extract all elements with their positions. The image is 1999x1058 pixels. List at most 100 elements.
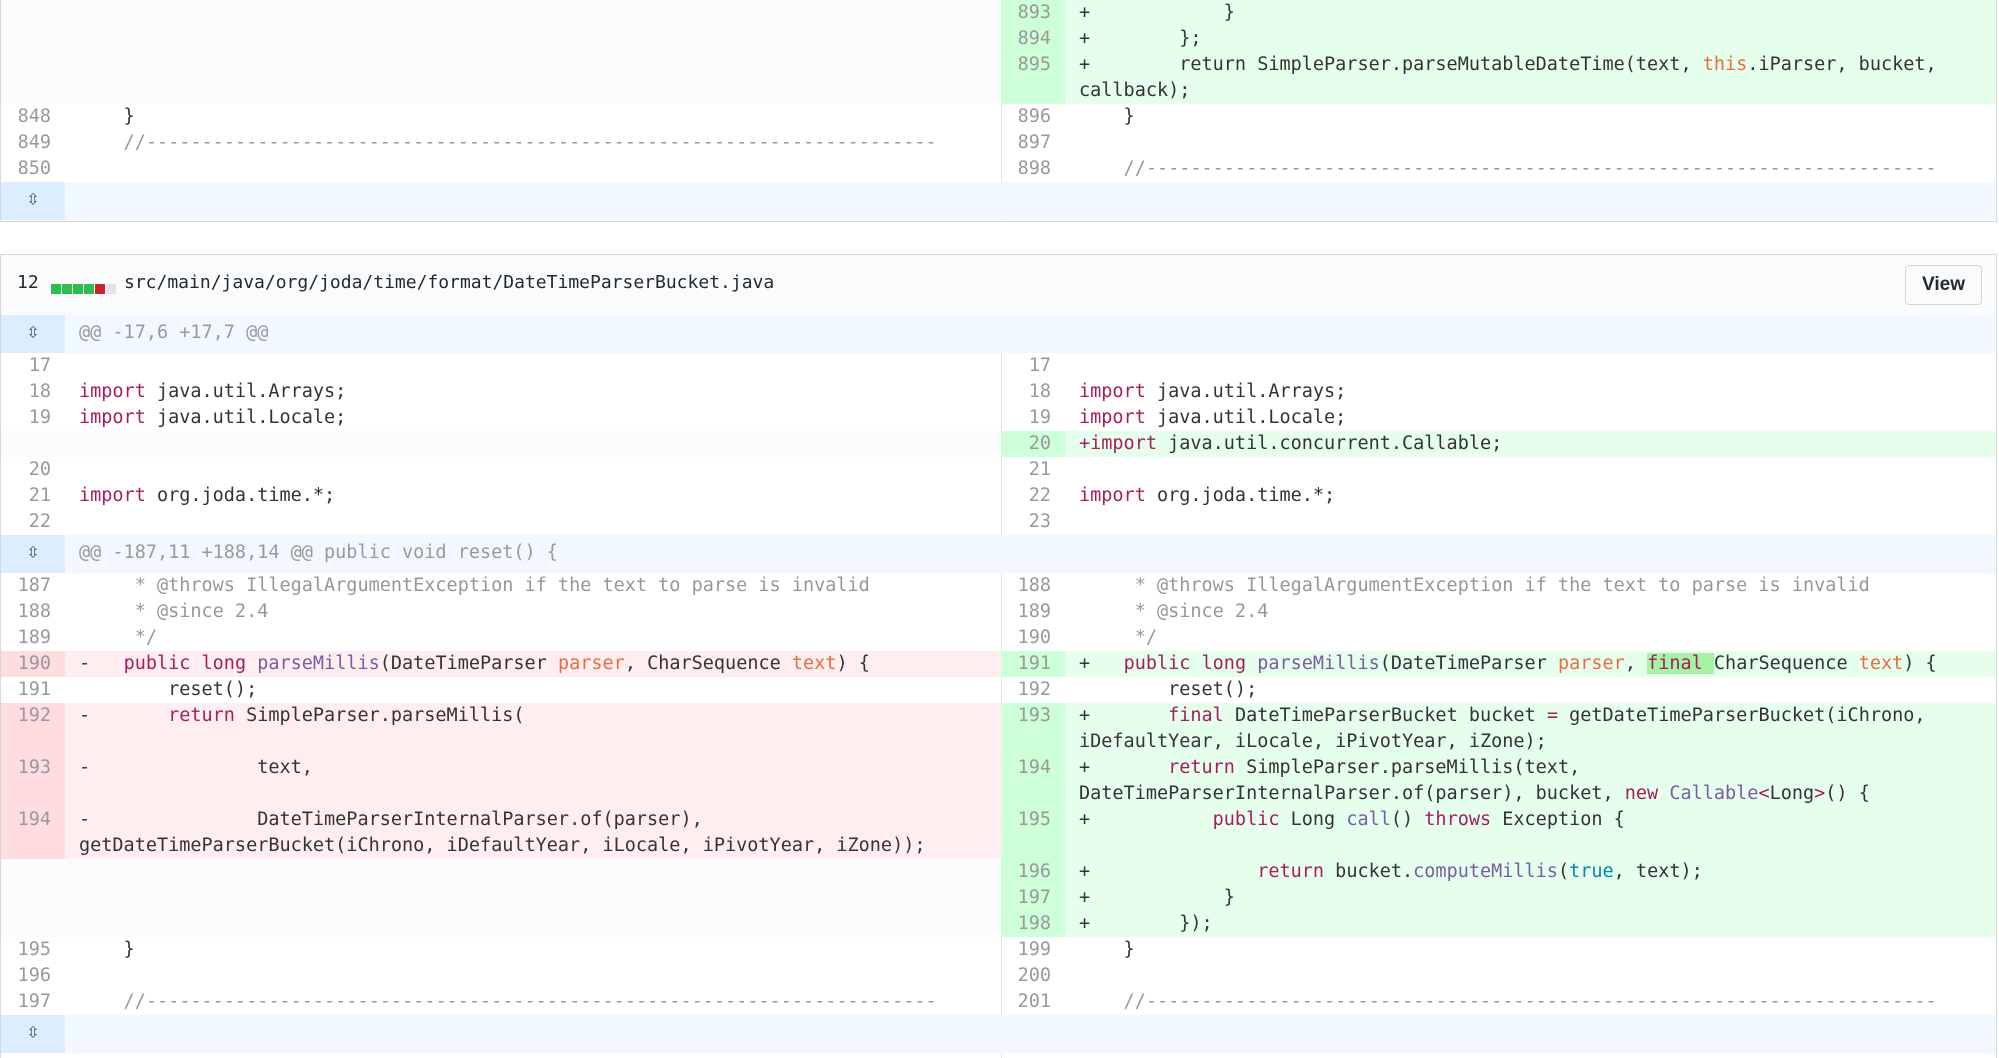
line-number[interactable]: 849: [1, 130, 51, 156]
line-number[interactable]: 201: [1001, 989, 1051, 1015]
line-numbers-right[interactable]: 191: [1001, 651, 1065, 677]
line-number[interactable]: 192: [1001, 677, 1051, 703]
line-number[interactable]: 189: [1, 625, 51, 651]
line-number[interactable]: 18: [1001, 379, 1051, 405]
unfold-icon[interactable]: ⇳: [1, 186, 65, 211]
line-number[interactable]: 195: [1, 937, 51, 963]
line-numbers-left[interactable]: 194: [1, 807, 65, 859]
line-number[interactable]: 17: [1001, 353, 1051, 379]
comment-line: * @since 2.4: [79, 601, 269, 622]
code-right: reset();: [1079, 679, 1258, 700]
line-numbers-left[interactable]: 195 196 197: [1, 937, 65, 1015]
line-number[interactable]: 198: [1001, 911, 1051, 937]
unfold-icon[interactable]: ⇳: [1, 319, 65, 344]
line-numbers-left[interactable]: 20 21 22: [1, 457, 65, 535]
line-numbers-left[interactable]: 190: [1, 651, 65, 677]
line-number[interactable]: 195: [1001, 807, 1051, 833]
line-numbers-right[interactable]: 896 897 898: [1001, 104, 1065, 182]
line-number[interactable]: 848: [1, 104, 51, 130]
line-number[interactable]: 850: [1, 156, 51, 182]
line-number[interactable]: 197: [1001, 885, 1051, 911]
code-line: import java.util.Arrays;: [1079, 379, 1996, 405]
code-line: }: [79, 106, 135, 127]
line-number[interactable]: 21: [1, 483, 51, 509]
code-line: ​: [1079, 353, 1996, 379]
line-numbers-right[interactable]: 196 197 198: [1001, 859, 1065, 937]
line-number[interactable]: 196: [1, 963, 51, 989]
line-number[interactable]: 193: [1, 755, 51, 781]
context-rows-block: 195 196 197 }​ //-----------------------…: [1, 937, 1996, 1015]
line-number[interactable]: 200: [1001, 963, 1051, 989]
line-number[interactable]: 22: [1, 509, 51, 535]
code-text: + return SimpleParser.parseMutableDateTi…: [1079, 54, 1703, 75]
line-number[interactable]: 192: [1, 703, 51, 729]
comment-line: * @since 2.4: [1079, 601, 1269, 622]
line-number[interactable]: 19: [1001, 405, 1051, 431]
line-number[interactable]: 187: [1, 573, 51, 599]
code-line: ​: [1079, 509, 1996, 535]
line-numbers-left[interactable]: 187 188 189: [1, 573, 65, 651]
line-number[interactable]: 199: [1001, 937, 1051, 963]
line-number[interactable]: 194: [1, 807, 51, 833]
view-file-button[interactable]: View: [1905, 265, 1982, 305]
line-number[interactable]: 190: [1001, 625, 1051, 651]
file-path[interactable]: src/main/java/org/joda/time/format/DateT…: [124, 272, 774, 293]
added-rows-block: 196 197 198 + return bucket.computeMilli…: [1, 859, 1996, 937]
code-line: ​: [1079, 130, 1996, 156]
changed-row: 190 - public long parseMillis(DateTimePa…: [1, 651, 1996, 677]
line-number[interactable]: 898: [1001, 156, 1051, 182]
line-numbers-left[interactable]: 191: [1, 677, 65, 703]
line-numbers-right[interactable]: 17 18 19: [1001, 353, 1065, 431]
line-number[interactable]: 22: [1001, 483, 1051, 509]
empty-code-left: [65, 0, 1001, 104]
hunk-header: ⇳ @@ -17,6 +17,7 @@: [1, 315, 1996, 353]
line-numbers-left[interactable]: 192 ​ 193 ​: [1, 703, 65, 807]
unfold-icon[interactable]: ⇳: [1, 539, 65, 564]
line-number[interactable]: 190: [1, 651, 51, 677]
line-numbers-left[interactable]: 17 18 19: [1, 353, 65, 431]
context-row: 191 reset(); 192 reset();: [1, 677, 1996, 703]
line-number[interactable]: 191: [1, 677, 51, 703]
line-number[interactable]: 197: [1, 989, 51, 1015]
line-number[interactable]: 193: [1001, 703, 1051, 729]
line-numbers[interactable]: 893 894 895: [1001, 0, 1065, 104]
line-number[interactable]: 23: [1001, 509, 1051, 535]
line-numbers-right[interactable]: 21 22 23: [1001, 457, 1065, 535]
code-text: java.util.concurrent.Callable;: [1156, 433, 1503, 454]
line-number[interactable]: 194: [1001, 755, 1051, 781]
line-number[interactable]: 188: [1, 599, 51, 625]
line-number[interactable]: 20: [1001, 431, 1051, 457]
line-number[interactable]: 893: [1001, 0, 1051, 26]
line-number[interactable]: 19: [1, 405, 51, 431]
line-number[interactable]: 21: [1001, 457, 1051, 483]
code-right: ​import org.joda.time.*;​: [1065, 457, 1996, 535]
line-numbers-right[interactable]: 199 200 201: [1001, 937, 1065, 1015]
code-line: import org.joda.time.*;: [79, 483, 1001, 509]
comment-line: //--------------------------------------…: [79, 132, 937, 153]
code-line: ​: [79, 509, 1001, 535]
keyword: +import: [1079, 433, 1157, 454]
line-number[interactable]: 20: [1, 457, 51, 483]
line-numbers-right[interactable]: 188 189 190: [1001, 573, 1065, 651]
empty-code-left: [65, 859, 1001, 937]
line-numbers-right[interactable]: 192: [1001, 677, 1065, 703]
context-rows-block: 187 188 189 * @throws IllegalArgumentExc…: [1, 573, 1996, 651]
line-number[interactable]: 189: [1001, 599, 1051, 625]
line-numbers-right[interactable]: 193 ​ 194 ​ 195: [1001, 703, 1065, 859]
unfold-icon[interactable]: ⇳: [1, 1019, 65, 1044]
line-number[interactable]: 894: [1001, 26, 1051, 52]
line-number[interactable]: 18: [1, 379, 51, 405]
line-number[interactable]: 895: [1001, 52, 1051, 78]
line-number[interactable]: 191: [1001, 651, 1051, 677]
line-number[interactable]: 188: [1001, 573, 1051, 599]
line-numbers-right[interactable]: 20: [1001, 431, 1065, 457]
line-number[interactable]: 897: [1001, 130, 1051, 156]
expand-row: ⇳: [1, 182, 1996, 220]
line-number[interactable]: 17: [1, 353, 51, 379]
deleted-code: - public long parseMillis(DateTimeParser…: [65, 651, 1001, 677]
line-number[interactable]: 196: [1001, 859, 1051, 885]
code-text: org.joda.time.*;: [145, 485, 336, 506]
line-numbers-left[interactable]: 848 849 850: [1, 104, 65, 182]
line-number[interactable]: 896: [1001, 104, 1051, 130]
code-line: - text,: [79, 757, 313, 778]
